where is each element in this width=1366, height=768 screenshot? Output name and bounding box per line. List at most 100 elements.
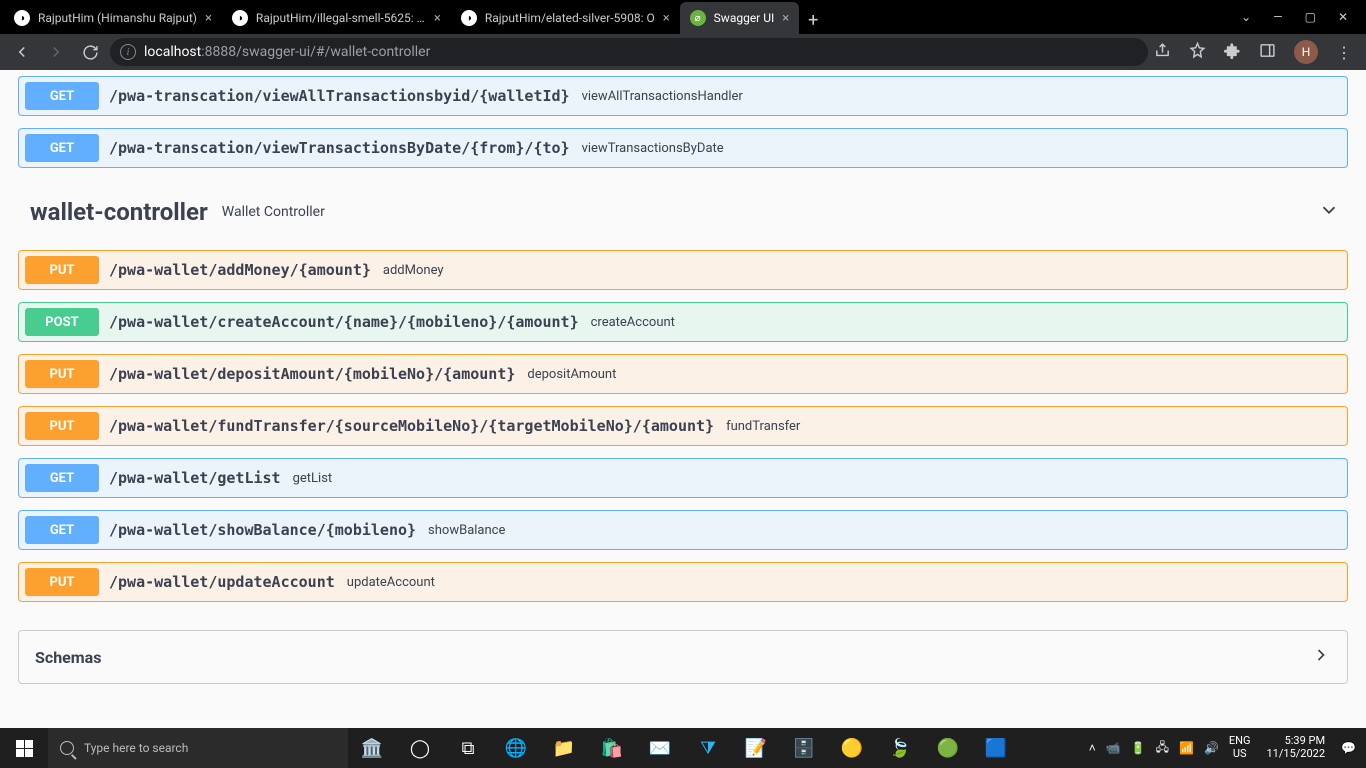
close-window-icon[interactable]: ✕ bbox=[1338, 10, 1348, 24]
zoom-icon[interactable]: 🟦 bbox=[972, 728, 1020, 768]
api-operation[interactable]: PUT/pwa-wallet/addMoney/{amount} addMoney bbox=[18, 250, 1348, 290]
search-icon bbox=[60, 741, 74, 755]
tab-title: RajputHim/illegal-smell-5625: Ha bbox=[256, 11, 426, 25]
side-panel-icon[interactable] bbox=[1259, 42, 1276, 63]
browser-tab[interactable]: ◑ RajputHim/elated-silver-5908: O × bbox=[451, 2, 680, 34]
chevron-right-icon bbox=[1311, 645, 1331, 669]
system-tray: ˄ 📹 🔋 🖧 📶 🔊 ENG US 5:39 PM 11/15/2022 💬 bbox=[1079, 735, 1366, 760]
tab-title: RajputHim/elated-silver-5908: O bbox=[485, 11, 655, 25]
windows-taskbar: Type here to search 🏛️ ◯ ⧉ 🌐 📁 🛍️ ✉️ ⧩ 📝… bbox=[0, 728, 1366, 768]
minimize-icon[interactable]: — bbox=[1273, 10, 1282, 24]
profile-avatar[interactable]: H bbox=[1294, 40, 1318, 64]
window-controls: ⌄ — ▢ ✕ bbox=[1227, 10, 1362, 24]
menu-icon[interactable]: ⋮ bbox=[1336, 43, 1352, 62]
maximize-icon[interactable]: ▢ bbox=[1305, 10, 1316, 24]
file-explorer-icon[interactable]: 📁 bbox=[540, 728, 588, 768]
http-method-badge: GET bbox=[25, 82, 99, 110]
close-icon[interactable]: × bbox=[663, 11, 670, 26]
http-method-badge: PUT bbox=[25, 568, 99, 596]
page-content: GET/pwa-transcation/viewAllTransactionsb… bbox=[0, 70, 1366, 728]
notifications-icon[interactable]: 💬 bbox=[1341, 741, 1356, 755]
start-button[interactable] bbox=[0, 728, 48, 768]
info-icon[interactable]: i bbox=[120, 44, 136, 60]
task-view-icon[interactable]: ⧉ bbox=[444, 728, 492, 768]
github-icon: ◑ bbox=[14, 10, 30, 26]
api-operation[interactable]: PUT/pwa-wallet/updateAccountupdateAccoun… bbox=[18, 562, 1348, 602]
url-text: localhost:8888/swagger-ui/#/wallet-contr… bbox=[144, 44, 430, 60]
chrome-icon[interactable]: 🟡 bbox=[828, 728, 876, 768]
api-operation[interactable]: POST/pwa-wallet/createAccount/{name}/{mo… bbox=[18, 302, 1348, 342]
url-input[interactable]: i localhost:8888/swagger-ui/#/wallet-con… bbox=[110, 38, 1148, 66]
address-actions: H ⋮ bbox=[1154, 40, 1358, 64]
http-method-badge: PUT bbox=[25, 256, 99, 284]
api-path: /pwa-transcation/viewAllTransactionsbyid… bbox=[109, 87, 570, 105]
http-method-badge: GET bbox=[25, 516, 99, 544]
tray-overflow-icon[interactable]: ˄ bbox=[1089, 741, 1096, 755]
clock[interactable]: 5:39 PM 11/15/2022 bbox=[1261, 735, 1332, 760]
star-icon[interactable] bbox=[1189, 42, 1206, 63]
taskbar-apps: 🏛️ ◯ ⧉ 🌐 📁 🛍️ ✉️ ⧩ 📝 🗄️ 🟡 🍃 🟢 🟦 bbox=[348, 728, 1020, 768]
search-placeholder: Type here to search bbox=[84, 741, 188, 755]
close-icon[interactable]: × bbox=[782, 11, 789, 26]
api-operation[interactable]: GET/pwa-transcation/viewTransactionsByDa… bbox=[18, 128, 1348, 168]
api-description: getList bbox=[293, 471, 333, 486]
browser-tab-active[interactable]: ⌀ Swagger UI × bbox=[680, 2, 800, 34]
schemas-section[interactable]: Schemas bbox=[18, 630, 1348, 684]
meet-now-icon[interactable]: 📹 bbox=[1106, 741, 1121, 755]
language-indicator[interactable]: ENG US bbox=[1229, 735, 1251, 760]
schemas-title: Schemas bbox=[35, 648, 101, 667]
tab-title: Swagger UI bbox=[714, 11, 775, 25]
api-path: /pwa-wallet/createAccount/{name}/{mobile… bbox=[109, 313, 579, 331]
extensions-icon[interactable] bbox=[1224, 42, 1241, 63]
share-icon[interactable] bbox=[1154, 42, 1171, 63]
edge-icon[interactable]: 🌐 bbox=[492, 728, 540, 768]
api-description: viewAllTransactionsHandler bbox=[582, 89, 743, 104]
notepad-icon[interactable]: 📝 bbox=[732, 728, 780, 768]
close-icon[interactable]: × bbox=[205, 11, 212, 26]
taskbar-search[interactable]: Type here to search bbox=[48, 728, 348, 768]
api-operation[interactable]: GET/pwa-transcation/viewAllTransactionsb… bbox=[18, 76, 1348, 116]
windows-logo-icon bbox=[16, 740, 33, 757]
battery-icon[interactable]: 🔋 bbox=[1131, 741, 1146, 755]
spring-icon[interactable]: 🍃 bbox=[876, 728, 924, 768]
api-description: addMoney bbox=[383, 263, 444, 278]
api-description: fundTransfer bbox=[726, 419, 800, 434]
new-tab-button[interactable]: + bbox=[799, 6, 827, 34]
chevron-down-icon[interactable]: ⌄ bbox=[1241, 10, 1251, 24]
mail-icon[interactable]: ✉️ bbox=[636, 728, 684, 768]
api-operation[interactable]: GET/pwa-wallet/showBalance/{mobileno}sho… bbox=[18, 510, 1348, 550]
api-path: /pwa-wallet/addMoney/{amount} bbox=[109, 261, 371, 279]
mysql-icon[interactable]: 🗄️ bbox=[780, 728, 828, 768]
vscode-icon[interactable]: ⧩ bbox=[684, 728, 732, 768]
browser-titlebar: ◑ RajputHim (Himanshu Rajput) × ◑ Rajput… bbox=[0, 0, 1366, 34]
http-method-badge: PUT bbox=[25, 360, 99, 388]
weather-widget[interactable]: 🏛️ bbox=[348, 728, 396, 768]
close-icon[interactable]: × bbox=[434, 11, 441, 26]
http-method-badge: POST bbox=[25, 308, 99, 336]
wifi-icon[interactable]: 📶 bbox=[1179, 741, 1194, 755]
api-path: /pwa-wallet/fundTransfer/{sourceMobileNo… bbox=[109, 417, 714, 435]
microsoft-store-icon[interactable]: 🛍️ bbox=[588, 728, 636, 768]
volume-icon[interactable]: 🔊 bbox=[1204, 741, 1219, 755]
controller-subtitle: Wallet Controller bbox=[222, 204, 325, 220]
github-icon: ◑ bbox=[232, 10, 248, 26]
controller-name: wallet-controller bbox=[30, 198, 208, 226]
controller-header[interactable]: wallet-controller Wallet Controller bbox=[18, 180, 1348, 250]
browser-tab[interactable]: ◑ RajputHim (Himanshu Rajput) × bbox=[4, 2, 222, 34]
http-method-badge: PUT bbox=[25, 412, 99, 440]
browser-tabs: ◑ RajputHim (Himanshu Rajput) × ◑ Rajput… bbox=[4, 0, 1227, 34]
network-icon[interactable]: 🖧 bbox=[1156, 738, 1169, 759]
api-operation[interactable]: GET/pwa-wallet/getList getList bbox=[18, 458, 1348, 498]
forward-button[interactable] bbox=[42, 38, 70, 66]
api-operation[interactable]: PUT/pwa-wallet/depositAmount/{mobileNo}/… bbox=[18, 354, 1348, 394]
back-button[interactable] bbox=[8, 38, 36, 66]
http-method-badge: GET bbox=[25, 464, 99, 492]
cortana-icon[interactable]: ◯ bbox=[396, 728, 444, 768]
browser-tab[interactable]: ◑ RajputHim/illegal-smell-5625: Ha × bbox=[222, 2, 451, 34]
api-operation[interactable]: PUT/pwa-wallet/fundTransfer/{sourceMobil… bbox=[18, 406, 1348, 446]
api-path: /pwa-wallet/getList bbox=[109, 469, 281, 487]
chrome-profile-icon[interactable]: 🟢 bbox=[924, 728, 972, 768]
api-path: /pwa-wallet/showBalance/{mobileno} bbox=[109, 521, 416, 539]
api-description: createAccount bbox=[591, 315, 675, 330]
reload-button[interactable] bbox=[76, 38, 104, 66]
